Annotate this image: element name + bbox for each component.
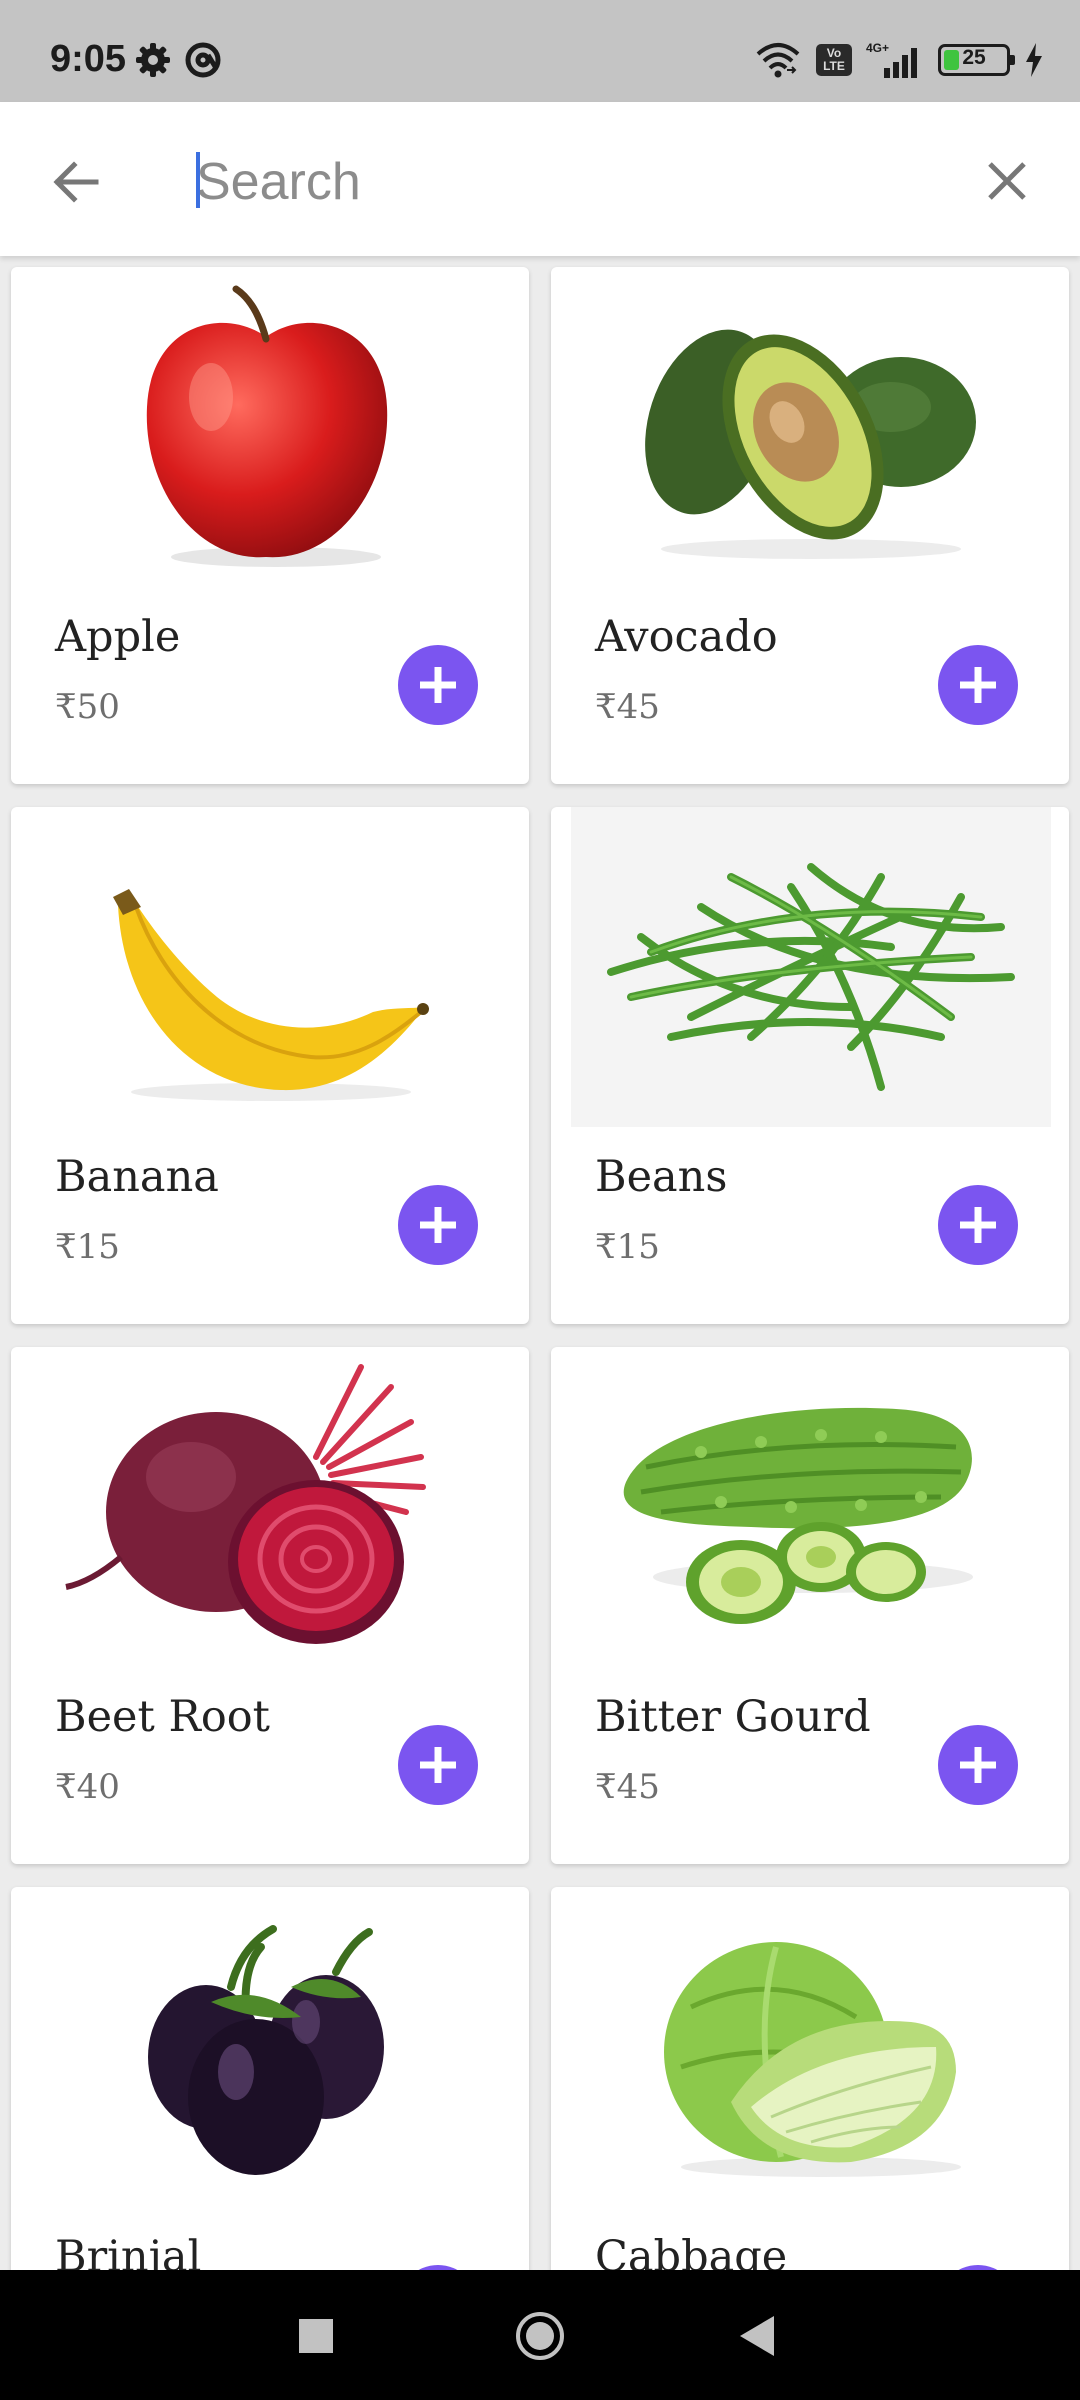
battery-tip — [1010, 55, 1015, 65]
recents-square-icon[interactable] — [288, 2308, 344, 2364]
product-name: Bitter Gourd — [595, 1692, 871, 1742]
close-icon[interactable] — [982, 156, 1032, 206]
product-name: Apple — [55, 612, 181, 662]
plus-icon — [420, 1207, 456, 1243]
product-name: Banana — [55, 1152, 219, 1202]
product-card-beet-root[interactable]: Beet Root ₹40 — [11, 1347, 529, 1864]
beans-image — [571, 807, 1051, 1127]
cabbage-image — [664, 1942, 961, 2177]
navigation-bar — [0, 2270, 1080, 2400]
product-price: ₹15 — [55, 1227, 120, 1267]
product-price: ₹45 — [595, 1767, 660, 1807]
plus-icon — [420, 667, 456, 703]
add-to-cart-button[interactable] — [398, 1185, 478, 1265]
beet-root-image — [65, 1364, 426, 1644]
product-name: Beans — [595, 1152, 728, 1202]
product-price: ₹50 — [55, 687, 120, 727]
wifi-icon — [756, 43, 800, 78]
product-name: Beet Root — [55, 1692, 270, 1742]
product-card-avocado[interactable]: Avocado ₹45 — [551, 267, 1069, 784]
add-to-cart-button[interactable] — [398, 645, 478, 725]
status-icons: Vo LTE 4G+ 25 — [754, 38, 1044, 82]
product-card-beans[interactable]: Beans ₹15 — [551, 807, 1069, 1324]
product-card-banana[interactable]: Banana ₹15 — [11, 807, 529, 1324]
product-name: Cabbage — [595, 2232, 788, 2270]
product-price: ₹15 — [595, 1227, 660, 1267]
plus-icon — [420, 1747, 456, 1783]
back-arrow-icon[interactable] — [46, 152, 106, 212]
network-type-label: 4G+ — [866, 41, 889, 55]
add-to-cart-button[interactable] — [938, 1725, 1018, 1805]
plus-icon — [960, 1747, 996, 1783]
volte-bottom-label: LTE — [823, 59, 845, 73]
product-name: Avocado — [595, 612, 778, 662]
plus-icon — [960, 1207, 996, 1243]
status-time: 9:05 — [50, 38, 127, 80]
charging-bolt-icon — [1026, 43, 1042, 77]
add-to-cart-button[interactable] — [398, 1725, 478, 1805]
text-cursor — [196, 152, 200, 208]
product-grid: Apple ₹50 Avocado ₹45 Banana ₹15 Beans ₹… — [0, 256, 1080, 2270]
brinjal-image — [148, 1925, 384, 2175]
add-to-cart-button[interactable] — [938, 1185, 1018, 1265]
banana-image — [113, 889, 429, 1101]
apple-image — [146, 285, 388, 567]
at-sign-icon — [185, 42, 221, 78]
search-input[interactable] — [196, 146, 916, 218]
gear-icon — [136, 43, 170, 77]
battery-icon: 25 — [938, 44, 1015, 76]
plus-icon — [960, 667, 996, 703]
battery-level: 25 — [962, 46, 986, 69]
home-circle-icon[interactable] — [512, 2308, 568, 2364]
product-card-apple[interactable]: Apple ₹50 — [11, 267, 529, 784]
product-price: ₹40 — [55, 1767, 120, 1807]
product-price: ₹45 — [595, 687, 660, 727]
search-bar — [0, 102, 1080, 256]
product-card-brinjal[interactable]: Brinjal — [11, 1887, 529, 2270]
product-name: Brinjal — [55, 2232, 202, 2270]
back-triangle-icon[interactable] — [730, 2308, 786, 2364]
product-card-bitter-gourd[interactable]: Bitter Gourd ₹45 — [551, 1347, 1069, 1864]
signal-icon: 4G+ — [866, 41, 917, 78]
volte-icon: Vo LTE — [816, 44, 852, 76]
bitter-gourd-image — [623, 1407, 973, 1624]
product-card-cabbage[interactable]: Cabbage — [551, 1887, 1069, 2270]
avocado-image — [645, 329, 976, 559]
status-bar: 9:05 Vo LTE 4G+ 25 — [0, 0, 1080, 102]
add-to-cart-button[interactable] — [938, 645, 1018, 725]
